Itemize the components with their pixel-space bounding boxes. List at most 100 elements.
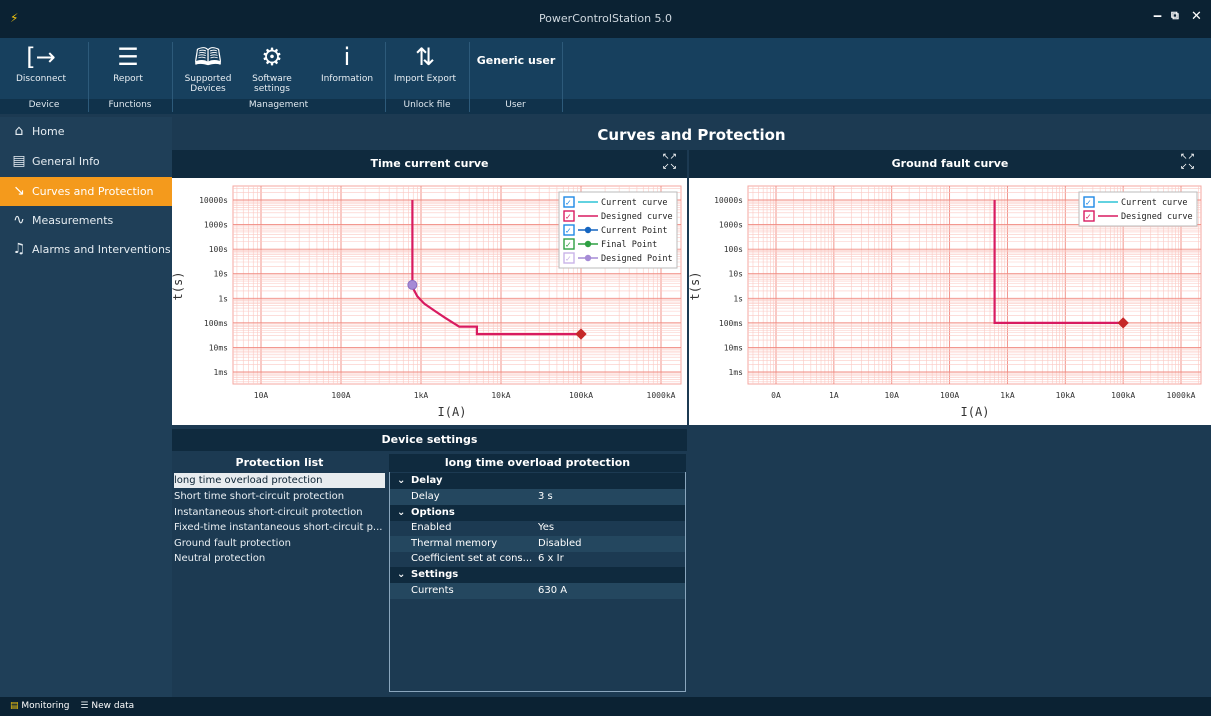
legend-label: Current curve — [601, 198, 668, 208]
check-icon: ✓ — [1086, 199, 1091, 209]
gear-icon: ⚙ — [261, 43, 283, 71]
y-axis-label: t(s) — [172, 272, 185, 301]
legend-label: Current Point — [601, 226, 668, 236]
database-icon: ☰ — [80, 701, 89, 711]
import-export-button[interactable]: ⇅ Import Export — [392, 40, 458, 98]
x-tick-label: 1A — [829, 391, 839, 400]
property-category[interactable]: ⌄ Delay — [390, 473, 685, 489]
sidebar-item-measurements[interactable]: ∿ Measurements — [0, 206, 172, 235]
monitoring-status: Monitoring — [21, 701, 70, 711]
import-export-icon: ⇅ — [414, 43, 436, 71]
chevron-down-icon: ⌄ — [397, 475, 406, 486]
y-tick-label: 10ms — [724, 343, 743, 352]
y-tick-label: 100s — [209, 245, 228, 254]
legend-marker — [584, 226, 592, 234]
y-tick-label: 10000s — [714, 196, 743, 205]
y-tick-label: 1000s — [204, 221, 228, 230]
y-tick-label: 100ms — [204, 319, 228, 328]
x-tick-label: 1000kA — [647, 391, 676, 400]
protection-list-item[interactable]: Neutral protection — [174, 551, 385, 566]
x-tick-label: 100A — [331, 391, 350, 400]
y-tick-label: 10000s — [199, 196, 228, 205]
legend-marker — [584, 240, 592, 248]
minimize-icon[interactable]: ‒ — [1153, 9, 1162, 24]
ribbon-group-device: Device — [28, 100, 60, 110]
property-row[interactable]: Thermal memory Disabled — [390, 536, 685, 552]
sidebar-item-home[interactable]: ⌂ Home — [0, 117, 172, 146]
check-icon: ✓ — [566, 199, 571, 209]
legend-label: Designed curve — [1121, 212, 1193, 222]
restore-icon[interactable]: ⧉ — [1171, 9, 1179, 23]
property-row[interactable]: Coefficient set at cons... 6 x Ir — [390, 551, 685, 567]
book-icon: 🕮 — [193, 43, 223, 71]
y-axis-label: t(s) — [689, 272, 702, 301]
page-title: Curves and Protection — [172, 120, 1211, 150]
disconnect-button[interactable]: [→ Disconnect — [10, 40, 72, 98]
protection-list-item[interactable]: long time overload protection — [174, 473, 385, 488]
y-tick-label: 1ms — [729, 368, 744, 377]
disconnect-icon: [→ — [26, 43, 56, 71]
status-bar: ▤ Monitoring ☰ New data — [0, 697, 1211, 716]
protection-list-item[interactable]: Ground fault protection — [174, 536, 385, 551]
new-data-status: New data — [91, 701, 135, 711]
x-tick-label: 100kA — [569, 391, 593, 400]
sidebar-item-curves-and-protection[interactable]: ↘ Curves and Protection — [0, 177, 172, 206]
y-tick-label: 1ms — [214, 368, 229, 377]
expand-icon[interactable]: ↖↗ ↙↘ — [662, 152, 677, 172]
info-icon: i — [343, 43, 351, 71]
x-tick-label: 100kA — [1111, 391, 1135, 400]
protection-list-item[interactable]: Short time short-circuit protection — [174, 489, 385, 504]
ribbon-group-unlock-file: Unlock file — [403, 100, 451, 110]
home-icon: ⌂ — [14, 123, 24, 139]
information-button[interactable]: i Information — [316, 40, 378, 98]
supported-devices-button[interactable]: 🕮 Supported Devices — [178, 40, 238, 98]
x-axis-label: I(A) — [438, 405, 467, 419]
legend-marker — [584, 254, 592, 262]
expand-icon[interactable]: ↖↗ ↙↘ — [1180, 152, 1195, 172]
check-icon: ✓ — [566, 213, 571, 223]
measurement-icon: ∿ — [13, 212, 25, 228]
ribbon-group-user: User — [505, 100, 526, 110]
property-category[interactable]: ⌄ Settings — [390, 567, 685, 583]
property-grid-title: long time overload protection — [389, 454, 686, 472]
legend-label: Designed curve — [601, 212, 673, 222]
window-title: PowerControlStation 5.0 — [538, 12, 673, 25]
ground-fault-chart: I(A) t(s) 10000s 1000s 100s 10s 1s 100ms 10ms 1… — [688, 178, 1211, 425]
property-category[interactable]: ⌄ Options — [390, 505, 685, 521]
y-tick-label: 10s — [214, 270, 229, 279]
close-icon[interactable]: ✕ — [1191, 9, 1202, 24]
property-row[interactable]: Delay 3 s — [390, 489, 685, 505]
report-button[interactable]: ☰ Report — [98, 40, 158, 98]
y-tick-label: 10ms — [209, 343, 228, 352]
protection-list-item[interactable]: Instantaneous short-circuit protection — [174, 505, 385, 520]
property-row[interactable]: Enabled Yes — [390, 520, 685, 536]
y-tick-label: 1s — [733, 294, 743, 303]
x-tick-label: 0A — [771, 391, 781, 400]
sidebar-item-alarms[interactable]: ♫ Alarms and Interventions — [0, 235, 172, 264]
check-icon: ✓ — [1086, 213, 1091, 223]
device-settings-title: Device settings — [172, 429, 687, 451]
protection-list-item[interactable]: Fixed-time instantaneous short-circuit p… — [174, 520, 385, 535]
monitoring-icon: ▤ — [10, 701, 19, 711]
property-row[interactable]: Currents 630 A — [390, 583, 685, 599]
x-tick-label: 1kA — [1000, 391, 1015, 400]
protection-list-title: Protection list — [235, 456, 324, 469]
x-axis-label: I(A) — [961, 405, 990, 419]
time-current-chart-svg: I(A) t(s) 10000s 1000s 100s 10s 1s 100ms 10ms 1… — [171, 185, 682, 419]
x-tick-label: 100A — [940, 391, 959, 400]
software-settings-button[interactable]: ⚙ Software settings — [242, 40, 302, 98]
ribbon-separator — [562, 42, 563, 112]
curve-icon: ↘ — [13, 183, 25, 199]
x-tick-label: 10kA — [491, 391, 510, 400]
x-tick-label: 1kA — [414, 391, 429, 400]
x-tick-label: 10kA — [1056, 391, 1075, 400]
y-tick-label: 1000s — [719, 221, 743, 230]
y-tick-label: 1s — [218, 294, 228, 303]
y-tick-label: 10s — [729, 270, 744, 279]
x-tick-label: 1000kA — [1167, 391, 1196, 400]
sidebar-item-general-info[interactable]: ▤ General Info — [0, 147, 172, 176]
x-tick-label: 10A — [254, 391, 269, 400]
chevron-down-icon: ⌄ — [397, 507, 406, 518]
ribbon-group-functions: Functions — [108, 100, 152, 110]
user-label: Generic user — [476, 54, 556, 67]
